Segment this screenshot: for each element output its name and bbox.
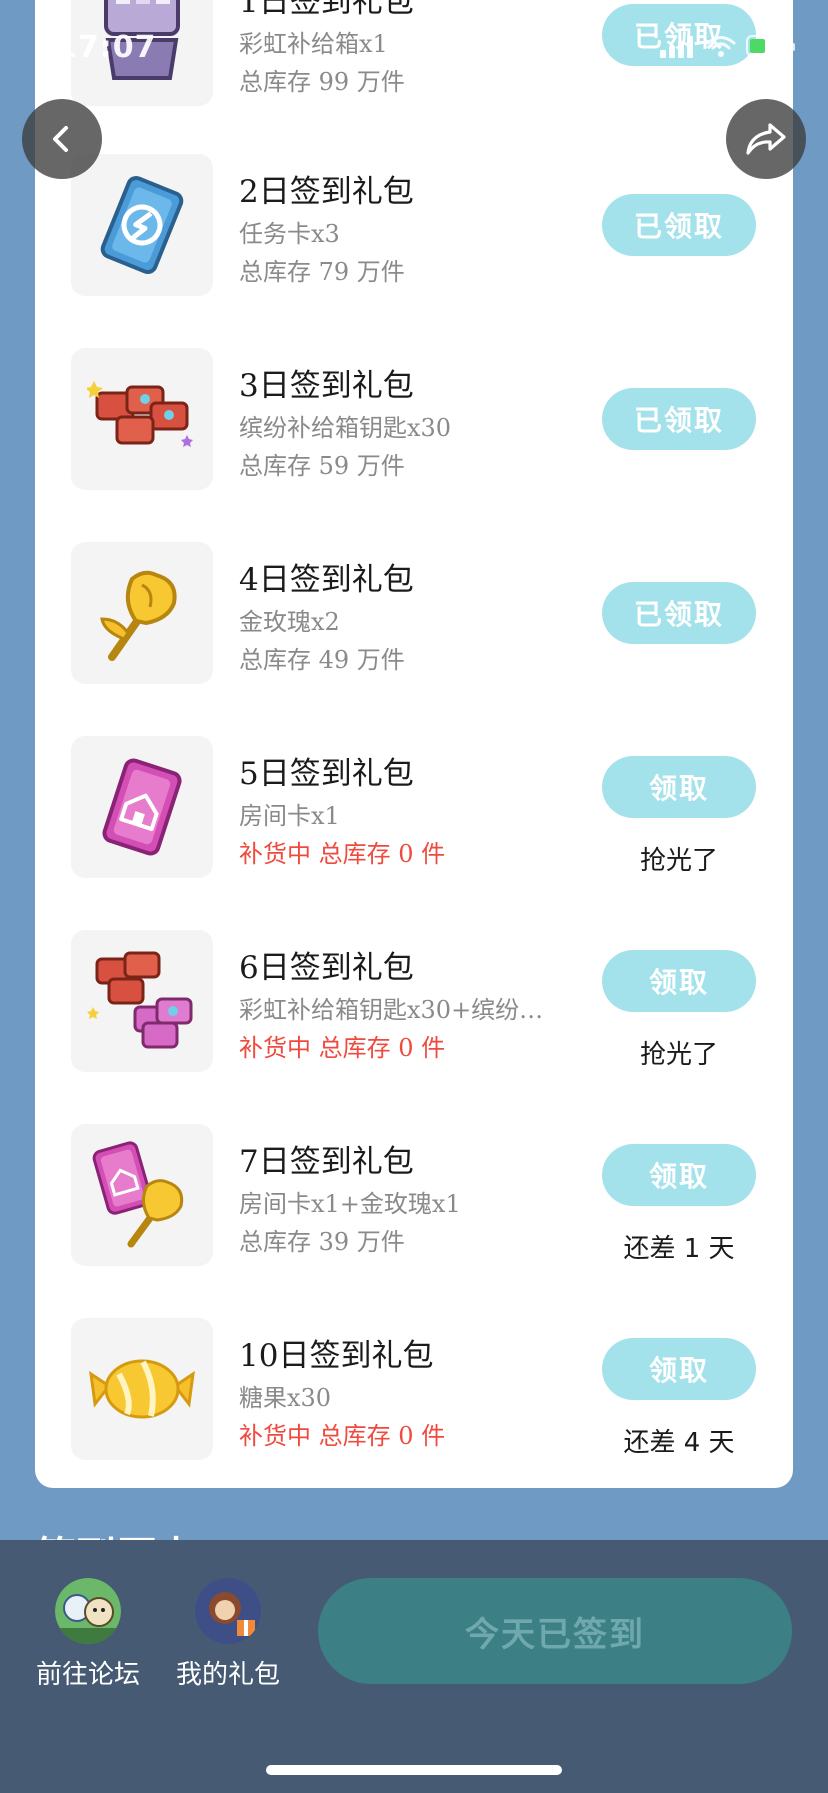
reward-stock: 总库存 39 万件	[239, 1228, 405, 1256]
room-card-and-rose-icon	[92, 1141, 184, 1248]
reward-thumbnail	[71, 1124, 213, 1266]
reward-row: 6日签到礼包 彩虹补给箱钥匙x30+缤纷… 补货中 总库存 0 件 领取 抢光了	[35, 930, 793, 1072]
gifts-label: 我的礼包	[175, 1660, 280, 1690]
reward-title: 5日签到礼包	[239, 756, 414, 792]
battery-icon	[746, 35, 795, 57]
reward-desc: 金玫瑰x2	[239, 608, 340, 636]
reward-desc: 彩虹补给箱钥匙x30+缤纷…	[239, 996, 544, 1024]
claim-button[interactable]: 领取	[602, 756, 756, 818]
reward-thumbnail	[71, 736, 213, 878]
candy-icon	[89, 1359, 195, 1419]
gold-rose-icon	[100, 570, 177, 661]
reward-row: 2日签到礼包 任务卡x3 总库存 79 万件 已领取	[35, 154, 793, 296]
reward-stock: 补货中 总库存 0 件	[239, 1422, 446, 1450]
reward-row: 10日签到礼包 糖果x30 补货中 总库存 0 件 领取 还差 4 天	[35, 1318, 793, 1460]
reward-desc: 任务卡x3	[239, 220, 340, 248]
reward-row: 5日签到礼包 房间卡x1 补货中 总库存 0 件 领取 抢光了	[35, 736, 793, 878]
my-gifts-button[interactable]: 我的礼包	[168, 1578, 288, 1691]
chevron-left-icon	[53, 126, 68, 152]
supply-box-keys-icon	[87, 381, 193, 447]
claim-button[interactable]: 领取	[602, 1144, 756, 1206]
reward-thumbnail	[71, 542, 213, 684]
status-time: 17:07	[56, 30, 157, 65]
checkin-rewards-card: 1日签到礼包 彩虹补给箱x1 总库存 99 万件 已领取 2日签到礼包 任务卡x…	[35, 0, 793, 1488]
reward-title: 6日签到礼包	[239, 950, 414, 986]
claimed-button[interactable]: 已领取	[602, 582, 756, 644]
checked-in-today-button[interactable]: 今天已签到	[318, 1578, 792, 1684]
reward-row: 4日签到礼包 金玫瑰x2 总库存 49 万件 已领取	[35, 542, 793, 684]
reward-thumbnail	[71, 1318, 213, 1460]
wifi-icon	[706, 36, 736, 57]
claimed-button[interactable]: 已领取	[602, 194, 756, 256]
reward-title: 3日签到礼包	[239, 368, 414, 404]
reward-desc: 房间卡x1	[239, 802, 340, 830]
reward-thumbnail	[71, 930, 213, 1072]
reward-thumbnail	[71, 154, 213, 296]
reward-stock: 补货中 总库存 0 件	[239, 840, 446, 868]
reward-desc: 缤纷补给箱钥匙x30	[239, 414, 452, 442]
signal-icon	[660, 34, 696, 58]
reward-row: 3日签到礼包 缤纷补给箱钥匙x30 总库存 59 万件 已领取	[35, 348, 793, 490]
room-card-icon	[102, 758, 182, 856]
home-indicator	[266, 1765, 562, 1775]
forum-label: 前往论坛	[35, 1660, 140, 1690]
claimed-button[interactable]: 已领取	[602, 388, 756, 450]
claim-status: 还差 1 天	[623, 1234, 735, 1264]
status-icons	[660, 34, 795, 58]
bottom-bar: 前往论坛 我的礼包 今天已签到	[0, 1540, 828, 1793]
claim-button[interactable]: 领取	[602, 1338, 756, 1400]
share-arrow-icon	[746, 123, 786, 155]
go-to-forum-button[interactable]: 前往论坛	[28, 1578, 148, 1691]
claim-status: 抢光了	[639, 1040, 718, 1070]
forum-avatar-icon	[55, 1578, 121, 1644]
back-button[interactable]	[22, 99, 102, 179]
status-bar: 17:07	[0, 0, 828, 100]
gift-avatar-icon	[195, 1578, 261, 1644]
supply-box-keys-bundle-icon	[87, 951, 193, 1049]
reward-title: 2日签到礼包	[239, 174, 414, 210]
reward-stock: 总库存 59 万件	[239, 452, 405, 480]
reward-title: 10日签到礼包	[239, 1338, 434, 1374]
claim-button[interactable]: 领取	[602, 950, 756, 1012]
task-card-icon	[100, 175, 184, 275]
reward-desc: 房间卡x1+金玫瑰x1	[239, 1190, 461, 1218]
claim-status: 抢光了	[639, 846, 718, 876]
reward-stock: 总库存 79 万件	[239, 258, 405, 286]
reward-stock: 补货中 总库存 0 件	[239, 1034, 446, 1062]
reward-thumbnail	[71, 348, 213, 490]
claim-status: 还差 4 天	[623, 1428, 735, 1458]
reward-stock: 总库存 49 万件	[239, 646, 405, 674]
reward-title: 7日签到礼包	[239, 1144, 414, 1180]
reward-row: 7日签到礼包 房间卡x1+金玫瑰x1 总库存 39 万件 领取 还差 1 天	[35, 1124, 793, 1266]
reward-title: 4日签到礼包	[239, 562, 414, 598]
reward-desc: 糖果x30	[239, 1384, 332, 1412]
share-button[interactable]	[726, 99, 806, 179]
